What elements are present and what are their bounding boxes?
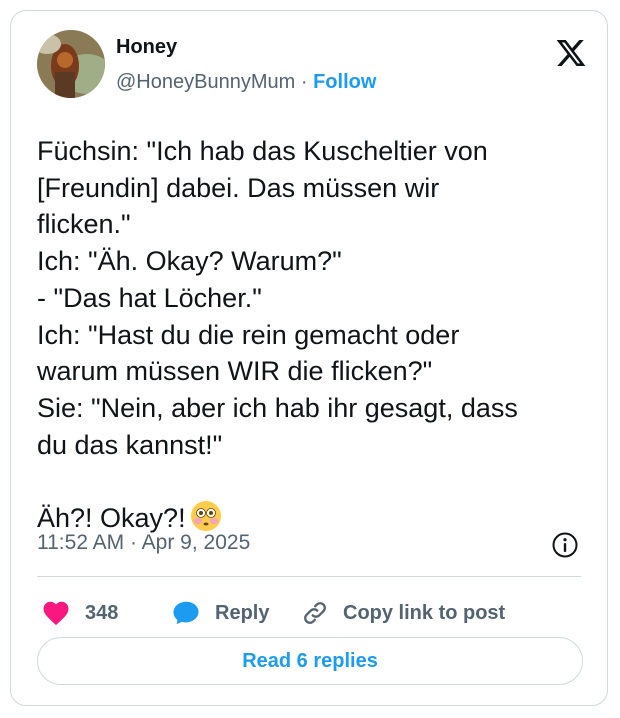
display-name[interactable]: Honey <box>116 36 177 59</box>
tweet-card: Honey @HoneyBunnyMum · Follow Füchsin: "… <box>10 10 608 706</box>
read-replies-button[interactable]: Read 6 replies <box>37 637 583 685</box>
follow-button[interactable]: Follow <box>313 71 376 93</box>
info-icon[interactable] <box>551 531 579 559</box>
x-logo-icon[interactable] <box>555 37 587 69</box>
reply-label: Reply <box>215 601 270 624</box>
handle[interactable]: @HoneyBunnyMum <box>116 71 295 93</box>
tweet-text: Füchsin: "Ich hab das Kuscheltier von [F… <box>37 133 597 537</box>
handle-row: @HoneyBunnyMum · Follow <box>116 71 376 94</box>
reply-button[interactable]: Reply <box>171 595 269 631</box>
read-replies-label: Read 6 replies <box>242 649 378 672</box>
heart-icon <box>41 598 71 628</box>
copy-link-label: Copy link to post <box>343 601 506 624</box>
copy-link-button[interactable]: Copy link to post <box>301 595 505 631</box>
link-icon <box>301 599 329 627</box>
separator-dot: · <box>300 71 308 93</box>
divider <box>37 576 581 577</box>
reply-bubble-icon <box>171 598 201 628</box>
timestamp[interactable]: 11:52 AM · Apr 9, 2025 <box>37 531 250 555</box>
like-button[interactable]: 348 <box>41 595 118 631</box>
flushed-face-emoji-icon <box>190 500 222 532</box>
tweet-text-content: Füchsin: "Ich hab das Kuscheltier von [F… <box>37 136 518 534</box>
like-count: 348 <box>85 601 119 624</box>
avatar[interactable] <box>37 30 105 98</box>
